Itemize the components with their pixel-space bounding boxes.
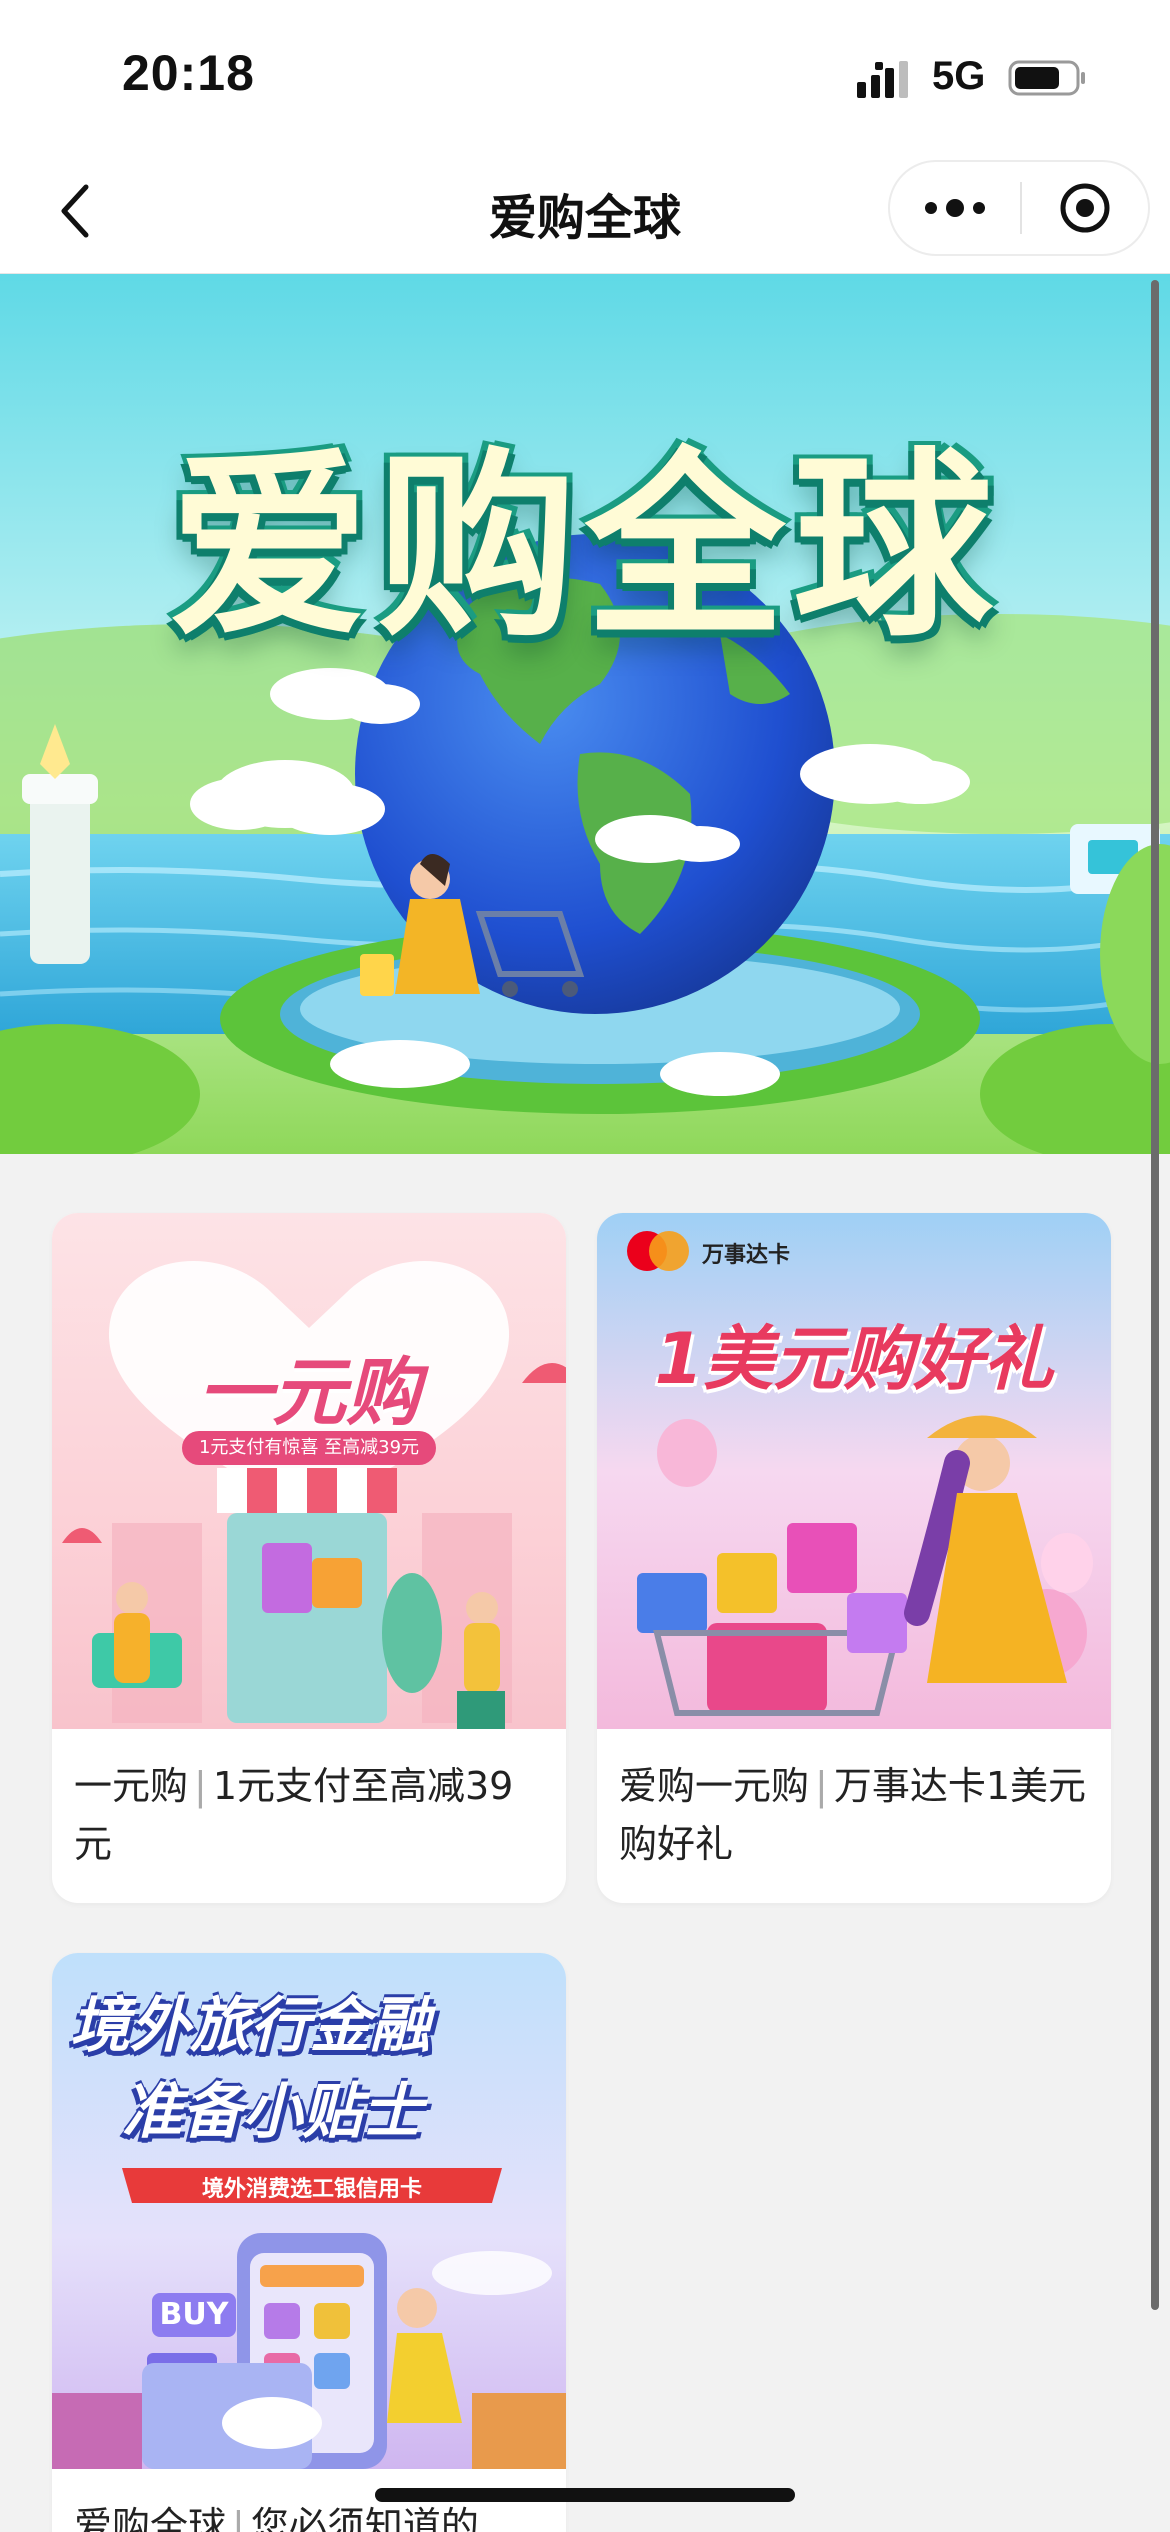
close-miniprogram-button[interactable] — [1022, 162, 1148, 254]
card-image-title: 一元购 — [198, 1350, 420, 1436]
card-image-brand: 万事达卡 — [702, 1243, 791, 1268]
network-type: 5G — [932, 54, 986, 98]
hero-title: 爱购全球 — [168, 431, 1001, 664]
card-caption: 一元购 | 1元支付至高减39元 — [52, 1729, 566, 1873]
card-title: 爱购全球 — [74, 2504, 227, 2532]
card-title: 一元购 — [74, 1764, 189, 1808]
battery-icon — [1008, 60, 1085, 96]
card-illustration — [627, 1231, 1093, 1716]
miniprogram-capsule — [888, 160, 1150, 256]
cellular-signal-icon — [857, 61, 908, 98]
scrollbar[interactable] — [1151, 280, 1159, 2310]
card-image-title: 1美元购好礼 — [654, 1318, 1054, 1400]
card-image-ribbon: 境外消费选工银信用卡 — [201, 2177, 422, 2202]
promo-card-travel-finance[interactable]: 境外旅行金融 准备小贴士 境外消费选工银信用卡 BUY 爱购全球 | 您必须知道的 — [52, 1953, 566, 2532]
card-illustration — [62, 1260, 566, 1729]
card-image: 境外旅行金融 准备小贴士 境外消费选工银信用卡 BUY — [52, 1953, 566, 2469]
status-bar: 20:18 5G — [0, 0, 1170, 150]
card-image-buy-tag: BUY — [152, 2293, 236, 2337]
target-close-icon — [1060, 183, 1110, 233]
caption-separator: | — [194, 1764, 207, 1808]
caption-separator: | — [232, 2504, 245, 2532]
card-image-title-line1: 境外旅行金融 — [70, 1991, 430, 2061]
nav-bar: 爱购全球 — [0, 150, 1170, 274]
promo-card-mastercard[interactable]: 万事达卡 1美元购好礼 爱购一元购 | 万事达卡1美元购好礼 — [597, 1213, 1111, 1903]
caption-separator: | — [815, 1764, 828, 1808]
promo-card-one-yuan[interactable]: 一元购 1元支付有惊喜 至高减39元 一元购 | 1元支付至高减39元 — [52, 1213, 566, 1903]
card-image-subtitle: 1元支付有惊喜 至高减39元 — [182, 1431, 436, 1465]
card-image: 万事达卡 1美元购好礼 — [597, 1213, 1111, 1729]
card-title: 爱购一元购 — [619, 1764, 810, 1808]
status-time: 20:18 — [122, 45, 255, 101]
card-image: 一元购 1元支付有惊喜 至高减39元 — [52, 1213, 566, 1729]
card-desc: 您必须知道的 — [250, 2504, 479, 2532]
card-image-title-line2: 准备小贴士 — [122, 2077, 422, 2147]
home-indicator[interactable] — [375, 2488, 795, 2502]
more-button[interactable] — [890, 162, 1020, 254]
more-dots-icon — [925, 199, 985, 217]
hero-banner[interactable]: 爱购全球 — [0, 274, 1170, 1154]
card-caption: 爱购一元购 | 万事达卡1美元购好礼 — [597, 1729, 1111, 1873]
